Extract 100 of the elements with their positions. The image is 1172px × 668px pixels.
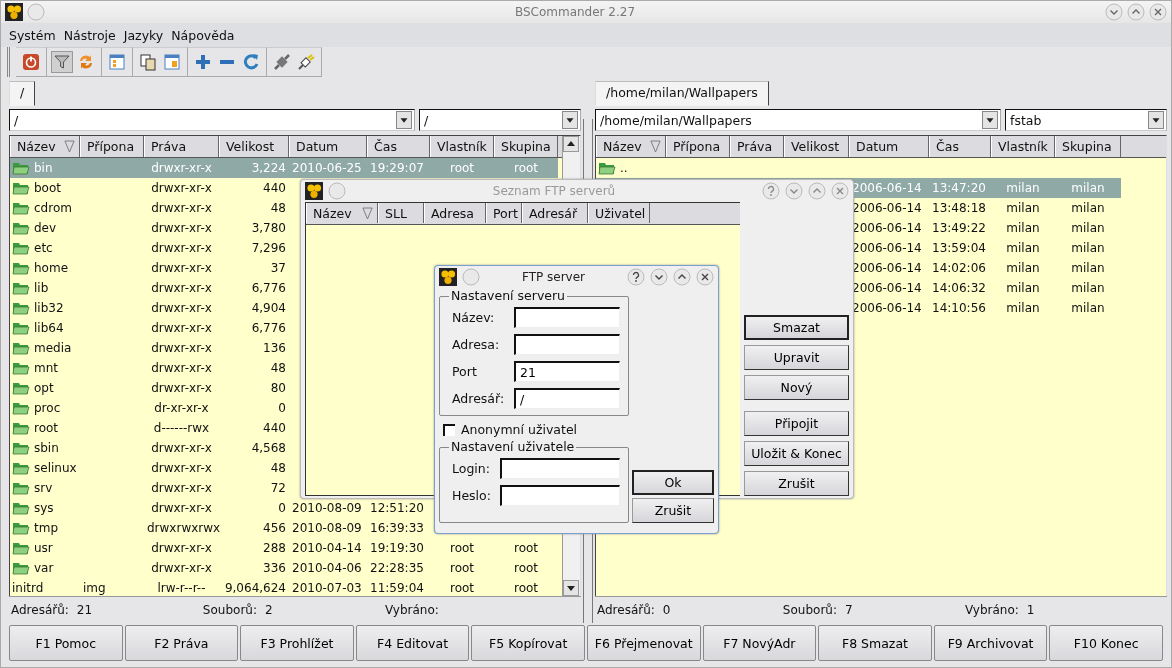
panel-icon[interactable] (162, 52, 182, 72)
table-cell-text: 2006-06-14 (851, 301, 923, 315)
table-cell-text: 48 (269, 361, 287, 375)
menu-item[interactable]: Nástroje (59, 27, 120, 43)
panel-tab[interactable]: /home/milan/Wallpapers (595, 81, 769, 106)
minimize-button[interactable] (1105, 3, 1123, 21)
column-header[interactable]: Vlastník (991, 136, 1055, 157)
column-header[interactable]: Přípona (80, 136, 144, 157)
panel-icon[interactable] (107, 52, 127, 72)
column-header[interactable]: Uživatel (588, 203, 650, 223)
dialog-button[interactable]: Zrušit (744, 471, 849, 496)
menu-item[interactable]: Systém (5, 27, 60, 43)
filter-icon[interactable] (52, 52, 72, 72)
column-header[interactable]: Práva (730, 136, 784, 157)
file-row[interactable]: .. (596, 158, 1166, 178)
maximize-button[interactable] (1127, 3, 1145, 21)
column-header[interactable]: Adresář (522, 203, 588, 223)
function-key-button[interactable]: F1 Pomoc (9, 625, 123, 661)
function-key-button[interactable]: F6 Přejmenovat (586, 625, 701, 661)
input-field[interactable]: / (514, 388, 620, 409)
power-icon[interactable] (21, 52, 41, 72)
path-combo[interactable]: /home/milan/Wallpapers (595, 109, 1001, 131)
table-cell-text: 440 (262, 421, 287, 435)
folder-icon (12, 281, 30, 295)
column-header[interactable]: Velikost (784, 136, 849, 157)
folder-icon (12, 481, 30, 495)
folder-icon (12, 181, 30, 195)
table-cell-text: drwxr-xr-x (150, 281, 213, 295)
column-header[interactable]: Čas (367, 136, 430, 157)
column-header[interactable]: Datum (849, 136, 929, 157)
column-header[interactable]: Skupina (1055, 136, 1121, 157)
reload-icon[interactable] (241, 52, 261, 72)
file-row[interactable]: var drwxr-xr-x 336 2010-04-06 22:28:35 root root (10, 558, 562, 578)
function-key-button[interactable]: F4 Editovat (355, 625, 470, 661)
function-key-button[interactable]: F9 Archivovat (933, 625, 1048, 661)
dialog-button[interactable]: Připojit (744, 411, 849, 436)
status-value: 0 (662, 603, 672, 617)
file-row[interactable]: usr drwxr-xr-x 288 2010-04-14 19:19:30 root root (10, 538, 562, 558)
column-header[interactable]: Velikost (219, 136, 289, 157)
table-cell-text: milan (1005, 241, 1041, 255)
help-button[interactable] (762, 182, 780, 200)
folder-icon (12, 401, 30, 415)
column-header[interactable]: Vlastník (430, 136, 494, 157)
column-header[interactable]: Datum (289, 136, 367, 157)
scroll-down-button[interactable] (563, 580, 579, 596)
column-header[interactable]: Port (486, 203, 522, 223)
file-name: media (34, 341, 72, 355)
file-row[interactable]: tmp drwxrwxrwx 456 2010-08-09 16:39:33 (10, 518, 562, 538)
filter-combo[interactable]: / (419, 109, 581, 131)
column-header[interactable]: Název (596, 136, 666, 157)
file-name: mnt (34, 361, 58, 375)
checkbox[interactable] (443, 423, 455, 436)
menu-item[interactable]: Nápověda (167, 27, 239, 43)
close-button[interactable] (1149, 3, 1167, 21)
function-key-button[interactable]: F3 Prohlížet (240, 625, 354, 661)
dialog-button[interactable]: Smazat (744, 315, 849, 340)
column-header[interactable]: SLL (378, 203, 424, 223)
folder-icon (12, 381, 30, 395)
plug-icon[interactable] (272, 52, 292, 72)
function-key-button[interactable]: F2 Práva (124, 625, 239, 661)
table-cell-text: 2006-06-14 (851, 221, 923, 235)
file-name: sys (34, 501, 54, 515)
dialog-button[interactable]: Uložit & Konec (744, 441, 849, 466)
dialog-button[interactable]: Zrušit (632, 498, 714, 523)
column-header[interactable]: Název (10, 136, 80, 157)
column-header[interactable]: Adresa (424, 203, 486, 223)
input-field[interactable] (500, 458, 620, 479)
function-key-button[interactable]: F10 Konec (1049, 625, 1163, 661)
input-field[interactable]: 21 (514, 361, 620, 382)
path-combo[interactable]: / (9, 109, 415, 131)
table-cell-text: 12:51:20 (369, 501, 425, 515)
dialog-button[interactable]: Upravit (744, 345, 849, 370)
input-field[interactable] (514, 334, 620, 355)
table-cell-text: drwxr-xr-x (150, 181, 213, 195)
scroll-up-button[interactable] (563, 136, 579, 152)
dialog-button[interactable]: Ok (632, 470, 714, 495)
filter-combo[interactable]: fstab (1005, 109, 1167, 131)
copy-icon[interactable] (138, 52, 158, 72)
plug-icon[interactable] (296, 52, 316, 72)
menu-item[interactable]: Jazyky (119, 27, 168, 43)
column-header[interactable]: Čas (929, 136, 991, 157)
field-label: Heslo: (452, 488, 492, 503)
file-row[interactable]: etc drwxr-xr-x 7,296 (10, 238, 562, 258)
input-field[interactable] (500, 485, 620, 506)
column-header[interactable]: Skupina (494, 136, 558, 157)
file-row[interactable]: initrd img lrw-r--r-- 9,064,624 2010-07-03 11:59:04 root root (10, 578, 562, 596)
function-key-button[interactable]: F7 NovýAdr (702, 625, 817, 661)
function-key-button[interactable]: F8 Smazat (818, 625, 932, 661)
column-header[interactable]: Přípona (666, 136, 730, 157)
plus-icon[interactable] (193, 52, 213, 72)
input-field[interactable] (514, 307, 620, 328)
function-key-button[interactable]: F5 Kopírovat (471, 625, 585, 661)
column-header[interactable]: Název (306, 203, 378, 223)
dialog-button[interactable]: Nový (744, 375, 849, 400)
minimize-button[interactable] (650, 268, 668, 286)
help-button[interactable] (627, 268, 645, 286)
panel-tab[interactable]: / (9, 81, 36, 106)
maximize-button[interactable] (673, 268, 691, 286)
column-header[interactable]: Práva (144, 136, 219, 157)
close-button[interactable] (696, 268, 714, 286)
